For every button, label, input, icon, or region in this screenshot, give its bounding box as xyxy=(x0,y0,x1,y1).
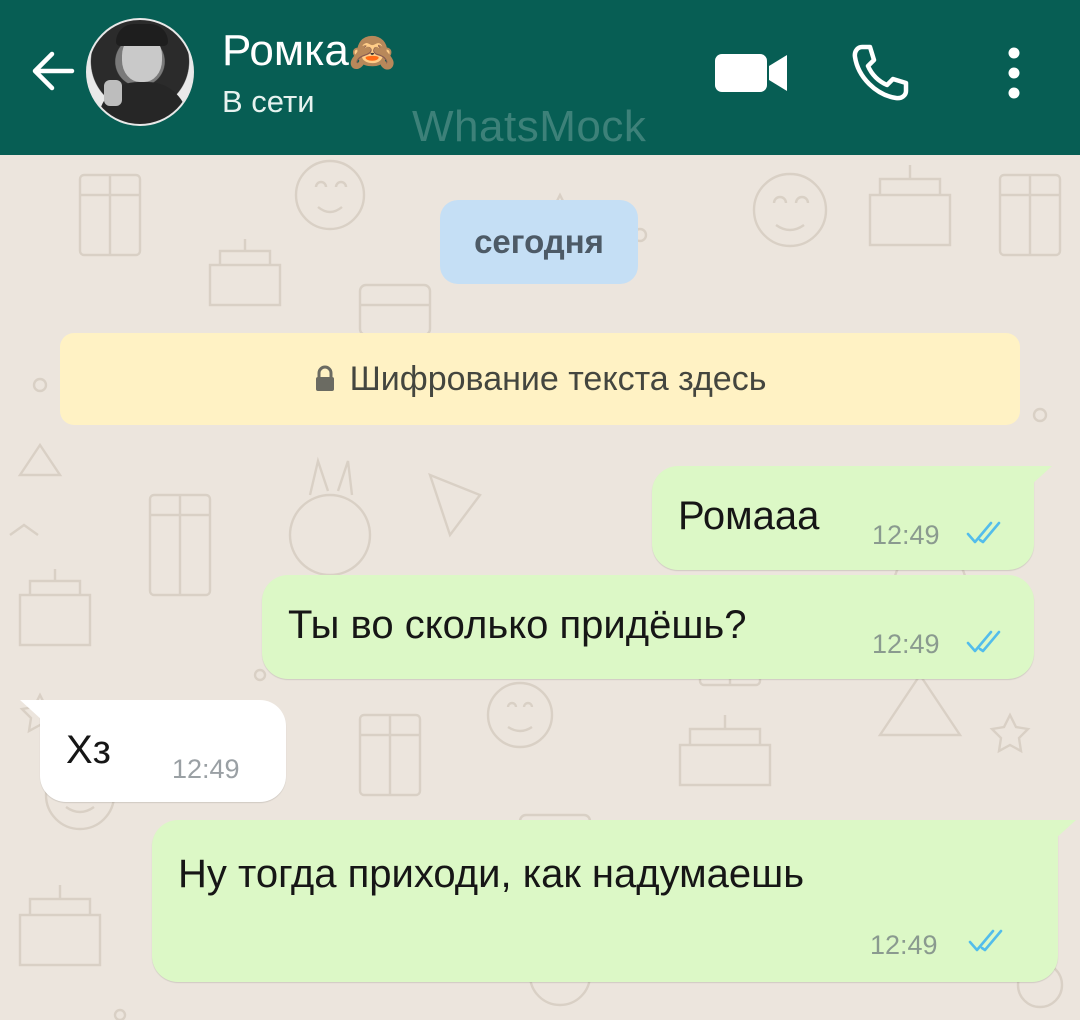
encryption-notice[interactable]: Шифрование текста здесь xyxy=(60,333,1020,425)
more-vertical-icon xyxy=(1008,47,1020,99)
message-time: 12:49 xyxy=(872,629,940,659)
avatar[interactable] xyxy=(86,18,194,126)
message-bubble-outgoing[interactable]: Ты во сколько придёшь? 12:49 xyxy=(262,575,1034,679)
voice-call-button[interactable] xyxy=(840,38,920,108)
video-camera-icon xyxy=(715,54,787,92)
chat-header: Ромка🙈 В сети WhatsMock xyxy=(0,0,1080,155)
read-receipt-icon xyxy=(968,929,1003,952)
contact-status: В сети xyxy=(222,84,315,119)
message-bubble-incoming[interactable]: Хз 12:49 xyxy=(20,700,286,802)
message-time: 12:49 xyxy=(870,930,938,960)
contact-name[interactable]: Ромка🙈 xyxy=(222,26,396,76)
message-text: Ну тогда приходи, как надумаешь xyxy=(178,852,805,896)
read-receipt-icon xyxy=(966,521,1001,544)
message-bubble-outgoing[interactable]: Ну тогда приходи, как надумаешь 12:49 xyxy=(152,820,1076,982)
date-divider: сегодня xyxy=(440,200,638,284)
watermark: WhatsMock xyxy=(412,102,647,151)
more-options-button[interactable] xyxy=(990,38,1038,108)
video-call-button[interactable] xyxy=(706,38,796,108)
message-text: Ромааа xyxy=(678,494,820,538)
message-time: 12:49 xyxy=(172,754,240,784)
back-button[interactable] xyxy=(26,44,80,98)
monkey-emoji: 🙈 xyxy=(348,32,397,74)
message-time: 12:49 xyxy=(872,520,940,550)
arrow-left-icon xyxy=(32,51,75,91)
contact-name-text: Ромка xyxy=(222,26,349,75)
message-bubble-outgoing[interactable]: Ромааа 12:49 xyxy=(652,466,1052,570)
lock-icon xyxy=(315,365,334,391)
phone-icon xyxy=(852,44,909,101)
message-text: Ты во сколько придёшь? xyxy=(288,603,747,647)
read-receipt-icon xyxy=(966,630,1001,653)
message-text: Хз xyxy=(66,728,112,772)
encryption-notice-text: Шифрование текста здесь xyxy=(349,359,767,398)
